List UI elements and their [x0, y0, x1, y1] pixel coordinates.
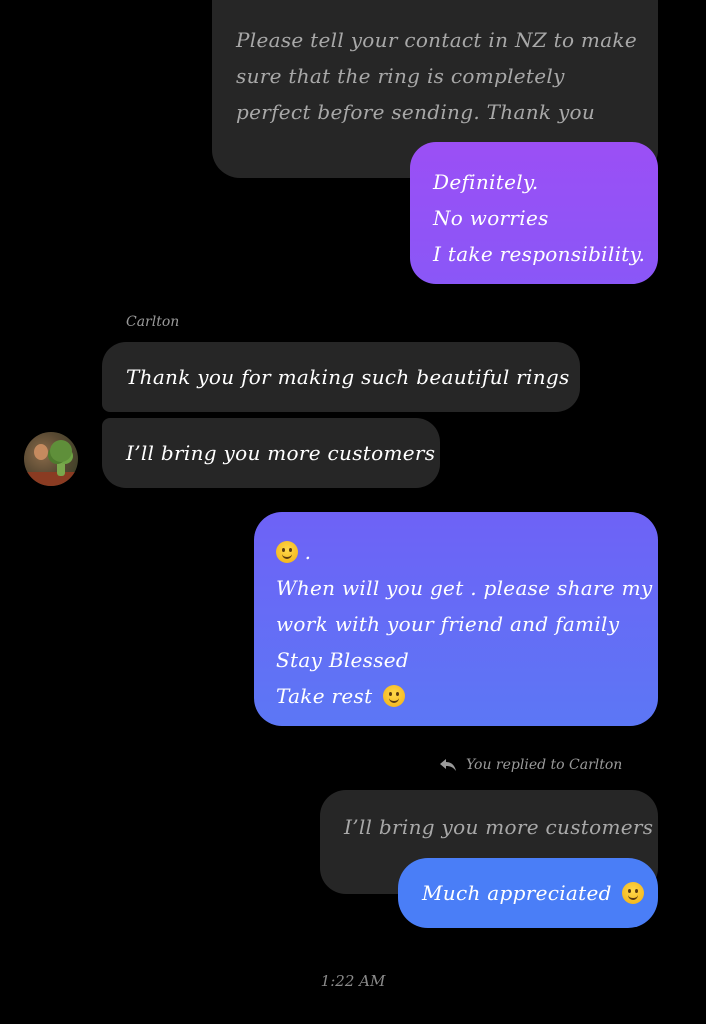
message-text: Thank you for making such beautiful ring…: [126, 365, 570, 389]
message-line: Please tell your contact in NZ to make: [236, 28, 637, 52]
message-line: sure that the ring is completely: [236, 64, 565, 88]
message-line: When will you get . please share my: [276, 576, 653, 600]
message-line: I take responsibility.: [433, 242, 646, 266]
sent-message-bubble[interactable]: Much appreciated: [398, 858, 658, 928]
avatar-table: [24, 472, 78, 486]
smiling-face-emoji-icon: [383, 685, 406, 707]
smiling-face-emoji-icon: [622, 882, 645, 904]
message-line: Stay Blessed: [276, 648, 410, 672]
reply-indicator: You replied to Carlton: [438, 754, 622, 776]
received-message-bubble[interactable]: I’ll bring you more customers: [102, 418, 440, 488]
sender-name: Carlton: [126, 314, 180, 330]
timestamp: 1:22 AM: [320, 972, 386, 990]
reply-indicator-text: You replied to Carlton: [466, 757, 623, 773]
received-message-bubble[interactable]: Thank you for making such beautiful ring…: [102, 342, 580, 412]
reply-arrow-icon: [440, 759, 456, 771]
message-line: Definitely.: [433, 170, 539, 194]
message-line: work with your friend and family: [276, 612, 620, 636]
message-line: .: [276, 534, 658, 570]
sent-message-bubble[interactable]: Definitely. No worries I take responsibi…: [410, 142, 658, 284]
avatar-person: [34, 444, 48, 460]
message-line: perfect before sending. Thank you: [236, 100, 596, 124]
sent-message-bubble[interactable]: . When will you get . please share my wo…: [254, 512, 658, 726]
message-text: I’ll bring you more customers: [126, 441, 436, 465]
avatar-broccoli: [50, 440, 72, 462]
message-line: No worries: [433, 206, 549, 230]
message-line: Much appreciated: [422, 878, 658, 908]
quoted-text: I’ll bring you more customers: [344, 815, 654, 839]
smiling-face-emoji-icon: [276, 541, 298, 563]
message-line: Take rest: [276, 678, 658, 714]
avatar[interactable]: [24, 432, 78, 486]
